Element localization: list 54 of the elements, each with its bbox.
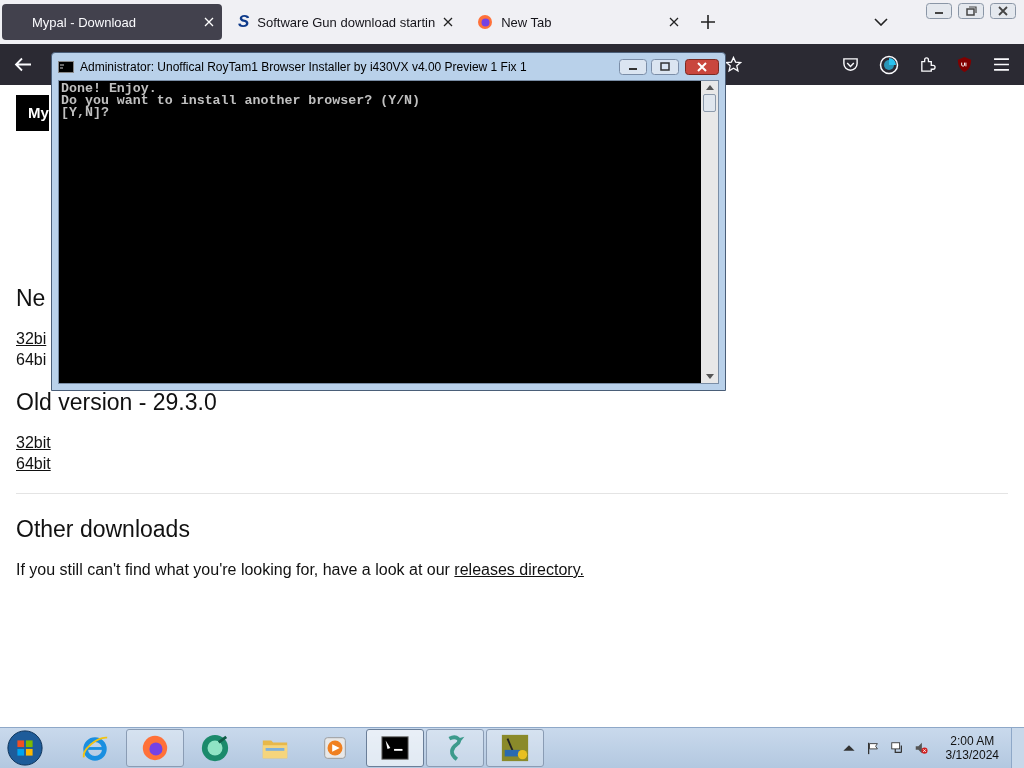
scroll-down-icon[interactable] [705,374,714,379]
download-link[interactable]: 32bit [16,434,51,452]
globe-icon [477,14,494,30]
shield-icon[interactable] [956,56,973,73]
terminal-icon [380,733,410,763]
tab-title: New Tab [501,14,553,30]
minimize-icon[interactable] [619,58,647,75]
tab-title: Mypal - Download [32,14,138,30]
chevron-down-icon[interactable] [873,18,888,26]
clock-date[interactable]: 3/13/2024 [945,748,999,762]
taskbar-button[interactable] [366,729,424,767]
section-heading: Old version - 29.3.0 [16,389,218,416]
scrollbar[interactable] [701,81,718,383]
console-line: Do you want to install another browser? (Y/N) [61,95,421,107]
console-line: Done! Enjoy. [61,83,157,95]
close-icon[interactable] [443,17,454,27]
browser-tab[interactable]: Mypal - Download [2,4,222,40]
browser-tab[interactable]: New Tab [467,4,688,40]
menu-icon[interactable] [993,56,1010,73]
tab-title: Software Gun download startin [257,14,436,30]
download-link[interactable]: 64bit [16,455,51,473]
speaker-muted-icon[interactable] [913,741,928,755]
globe-icon [140,733,170,763]
account-circle-icon[interactable] [879,54,899,75]
download-link[interactable]: 64bi [16,351,47,369]
section-heading: Other downloads [16,516,191,543]
restore-icon[interactable] [958,3,984,19]
star-icon[interactable] [725,56,742,73]
clock-time[interactable]: 2:00 AM [950,734,995,748]
close-window-icon[interactable] [990,3,1016,19]
site-logo: S [238,12,250,32]
terminal-icon [58,60,74,73]
site-banner[interactable]: My [16,95,49,131]
installer-icon [500,733,530,763]
circle-logo-icon [200,733,230,763]
download-link[interactable]: 32bi [16,330,47,348]
flag-icon[interactable] [865,741,880,755]
maximize-icon[interactable] [651,58,679,75]
pocket-icon[interactable] [842,56,859,73]
releases-link[interactable]: releases directory. [454,561,584,578]
minimize-icon[interactable] [926,3,952,19]
browser-tab[interactable]: S Software Gun download startin [228,4,462,40]
network-icon[interactable] [889,741,904,755]
close-icon[interactable] [669,17,680,27]
new-tab-icon[interactable] [701,15,716,29]
info-paragraph: If you still can't find what you're looking for, have a look at our releases directory. [16,561,585,579]
close-window-icon[interactable] [685,58,719,75]
start-orb-icon[interactable] [6,729,44,767]
section-heading: Ne [16,285,47,312]
console-line: [Y,N]? [61,107,109,119]
window-title: Administrator: Unoffical RoyTam1 Browser Installer by i430VX v4.00 Preview 1 Fix 1 [80,59,527,74]
back-arrow-icon[interactable] [14,56,32,73]
puzzle-icon[interactable] [919,56,936,73]
scroll-thumb[interactable] [703,94,716,112]
